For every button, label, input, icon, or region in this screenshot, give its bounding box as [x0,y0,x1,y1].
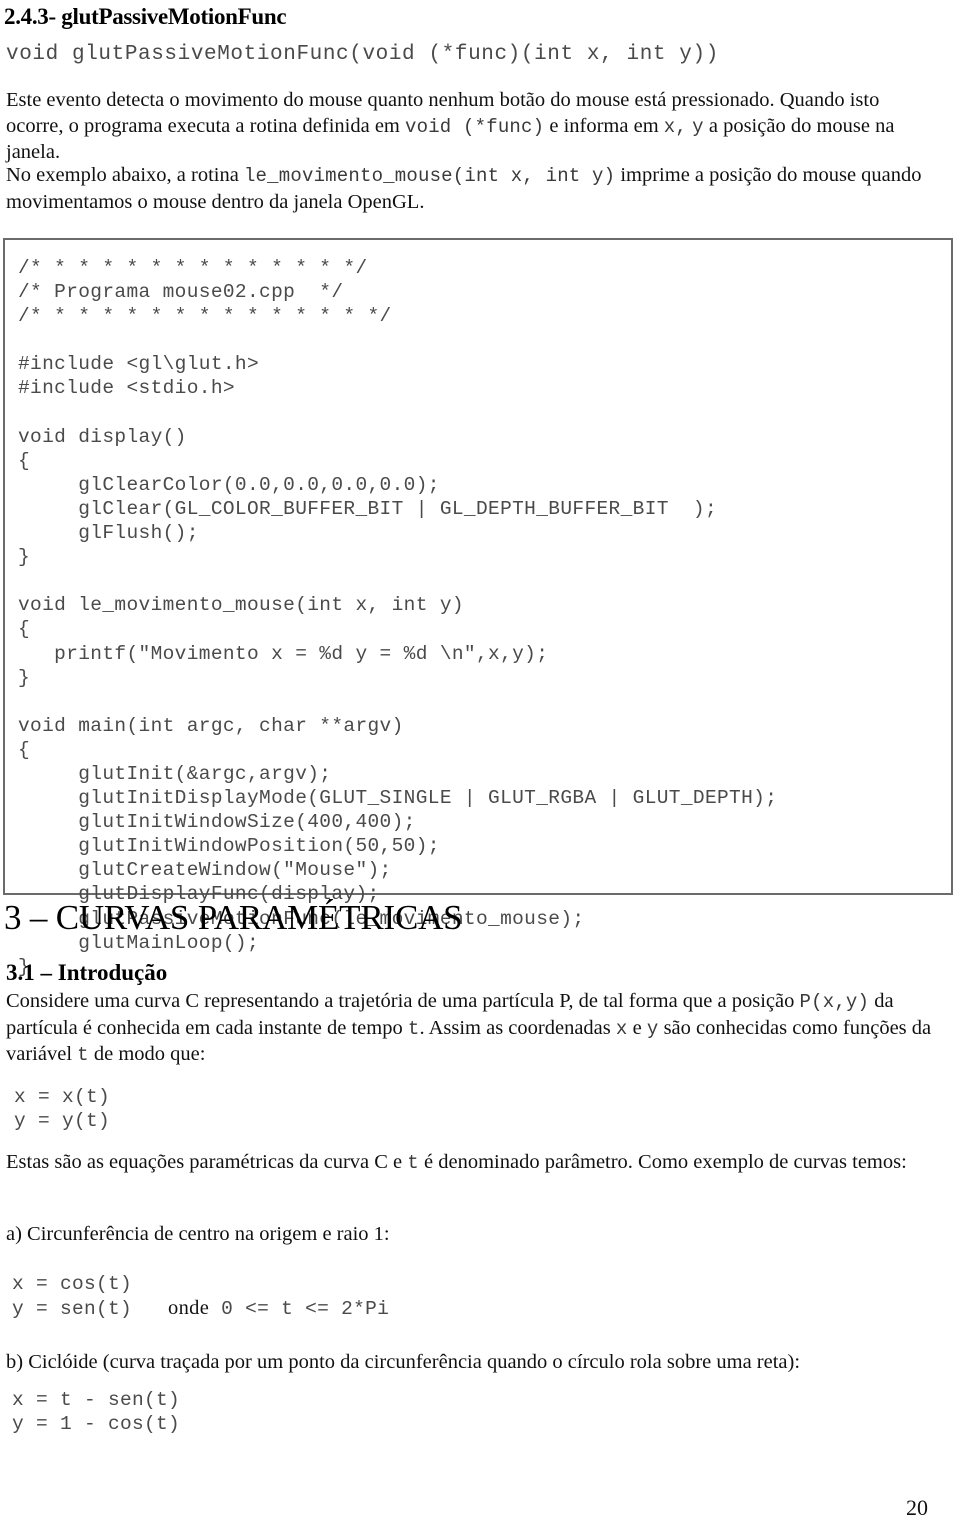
paragraph-example-description: No exemplo abaixo, a rotina le_movimento… [6,163,931,215]
text-run: No exemplo abaixo, a rotina [6,164,244,186]
inline-code-x: x, [663,115,687,138]
paragraph-event-description: Este evento detecta o movimento do mouse… [6,88,931,166]
inline-code-y: y [692,115,704,138]
condition-word-onde: onde [168,1297,210,1319]
text-run: Considere uma curva C representando a tr… [6,990,800,1012]
inline-code-t: t [407,1017,420,1040]
function-signature: void glutPassiveMotionFunc(void (*func)(… [6,43,719,66]
text-run: . Assim as coordenadas [419,1016,616,1039]
code-listing-mouse02: /* * * * * * * * * * * * * */ /* Program… [18,257,778,978]
inline-code-t-2: t [77,1044,89,1066]
text-run: e informa em [544,114,664,137]
page-number: 20 [906,1495,928,1520]
equations-cycloid: x = t - sen(t) y = 1 - cos(t) [12,1389,181,1435]
text-run: é denominado parâmetro. Como exemplo de … [418,1151,907,1173]
inline-code-p-xy: P(x,y) [799,991,870,1013]
inline-code-t-3: t [407,1152,419,1174]
condition-range: 0 <= t <= 2*Pi [221,1298,390,1320]
text-run: Estas são as equações paramétricas da cu… [6,1151,408,1173]
equations-general-parametric: x = x(t) y = y(t) [14,1086,111,1132]
inline-code-y: y [646,1017,659,1040]
inline-code-le-movimento-mouse: le_movimento_mouse(int x, int y) [243,165,616,187]
equation-y-sen: y = sen(t) [12,1298,133,1320]
equations-circle: x = cos(t) y = sen(t) onde 0 <= t <= 2*P… [12,1272,389,1321]
code-listing-box: /* * * * * * * * * * * * * */ /* Program… [3,238,953,978]
chapter-heading-3: 3 – CURVAS PARAMÉTRICAS [4,898,463,937]
section-heading-2-4-3: 2.4.3- glutPassiveMotionFunc [4,4,287,29]
equation-x-cos: x = cos(t) [12,1273,133,1295]
paragraph-parametric-equations-note: Estas são as equações paramétricas da cu… [6,1150,931,1177]
section-heading-3-1: 3.1 – Introdução [6,960,168,985]
example-a-label: a) Circunferência de centro na origem e … [6,1223,390,1245]
text-run: e [627,1016,647,1039]
inline-code-x: x [615,1017,628,1040]
example-b-label: b) Ciclóide (curva traçada por um ponto … [6,1351,801,1373]
text-run: de modo que: [88,1043,206,1065]
inline-code-void-func: void (*func) [405,115,545,138]
document-page: 2.4.3- glutPassiveMotionFunc void glutPa… [0,0,960,1532]
paragraph-curve-definition: Considere uma curva C representando a tr… [6,989,936,1069]
